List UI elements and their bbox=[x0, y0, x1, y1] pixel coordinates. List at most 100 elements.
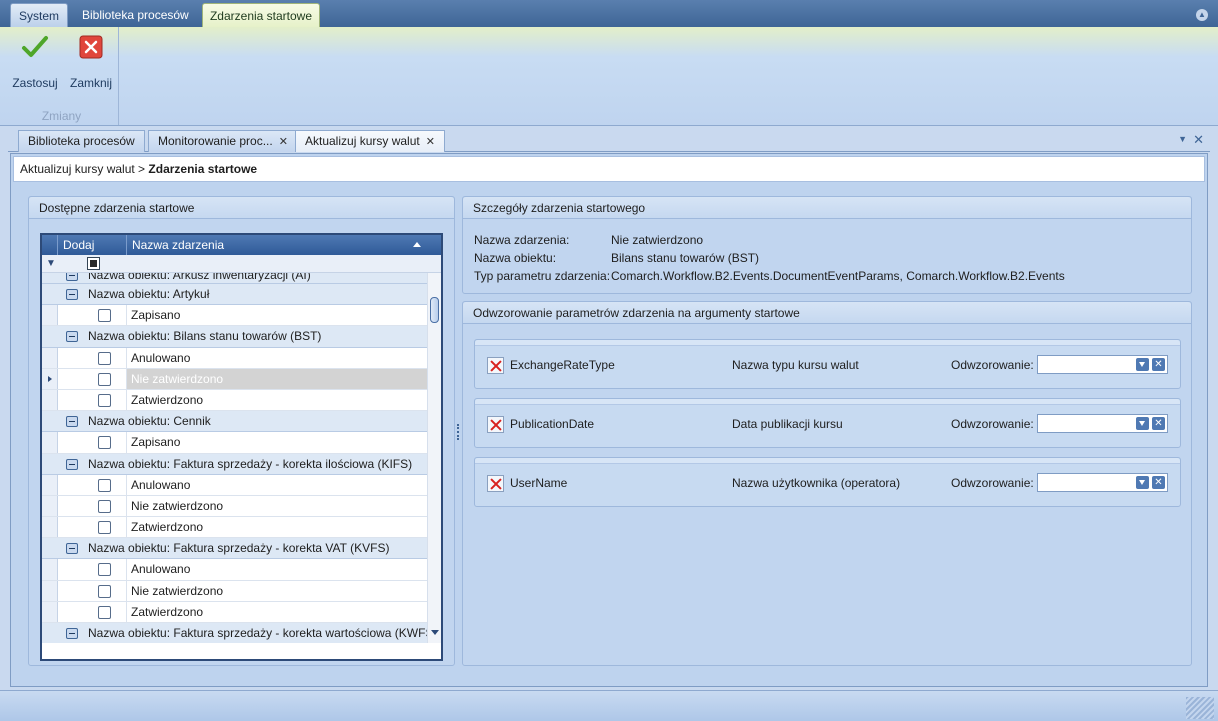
collapse-group-icon[interactable] bbox=[66, 628, 78, 639]
checkmark-icon bbox=[22, 36, 48, 57]
tab-list-dropdown-icon[interactable]: ▼ bbox=[1178, 134, 1187, 144]
group-row[interactable]: Nazwa obiektu: Faktura sprzedaży - korek… bbox=[42, 623, 427, 643]
add-event-checkbox[interactable] bbox=[98, 393, 111, 407]
main-content: Aktualizuj kursy walut > Zdarzenia start… bbox=[10, 153, 1208, 687]
add-event-checkbox[interactable] bbox=[98, 372, 111, 386]
mapping-row-exchange-rate-type: ExchangeRateType Nazwa typu kursu walut … bbox=[474, 339, 1181, 389]
collapse-group-icon[interactable] bbox=[66, 331, 78, 343]
add-event-checkbox[interactable] bbox=[98, 563, 111, 577]
clear-icon[interactable]: ✕ bbox=[1152, 476, 1165, 489]
event-row[interactable]: Zapisano bbox=[42, 432, 427, 454]
sort-ascending-icon bbox=[413, 242, 421, 247]
add-event-checkbox[interactable] bbox=[98, 309, 111, 323]
event-row[interactable]: Nie zatwierdzono bbox=[42, 368, 427, 390]
event-row[interactable]: Nie zatwierdzono bbox=[42, 580, 427, 602]
collapse-group-icon[interactable] bbox=[66, 416, 78, 428]
close-active-tab-icon[interactable]: ✕ bbox=[1193, 132, 1204, 148]
event-row[interactable]: Zatwierdzono bbox=[42, 517, 427, 539]
parameter-mapping-title: Odwzorowanie parametrów zdarzenia na arg… bbox=[463, 302, 1191, 324]
collapse-ribbon-icon[interactable]: ▲ bbox=[1196, 9, 1208, 21]
group-row[interactable]: Nazwa obiektu: Faktura sprzedaży - korek… bbox=[42, 453, 427, 475]
mapping-combo[interactable]: ✕ bbox=[1037, 414, 1168, 433]
add-event-checkbox[interactable] bbox=[98, 584, 111, 598]
remove-icon[interactable] bbox=[487, 416, 504, 433]
parameter-mapping-panel: Odwzorowanie parametrów zdarzenia na arg… bbox=[462, 301, 1192, 666]
event-row[interactable]: Anulowano bbox=[42, 474, 427, 496]
column-header-event-name[interactable]: Nazwa zdarzenia bbox=[127, 235, 427, 255]
event-row[interactable]: Anulowano bbox=[42, 347, 427, 369]
event-name: Zatwierdzono bbox=[131, 392, 204, 407]
event-row[interactable]: Anulowano bbox=[42, 559, 427, 581]
scrollbar-thumb[interactable] bbox=[430, 297, 439, 323]
cell-separator bbox=[126, 432, 127, 453]
document-tab-bar: Biblioteka procesów Monitorowanie proc..… bbox=[8, 130, 1210, 152]
mapping-combo[interactable]: ✕ bbox=[1037, 473, 1168, 492]
param-description: Data publikacji kursu bbox=[732, 417, 843, 431]
grid-header-selector bbox=[42, 235, 58, 255]
breadcrumb-parent[interactable]: Aktualizuj kursy walut bbox=[20, 162, 135, 176]
group-label: Nazwa obiektu: Faktura sprzedaży - korek… bbox=[88, 626, 427, 640]
ribbon: Zastosuj Zamknij Zmiany bbox=[0, 27, 1218, 126]
collapse-group-icon[interactable] bbox=[66, 543, 78, 555]
doc-tab-process-library[interactable]: Biblioteka procesów bbox=[18, 130, 145, 152]
ribbon-tab-process-library[interactable]: Biblioteka procesów bbox=[72, 3, 199, 27]
ribbon-tab-system[interactable]: System bbox=[10, 3, 68, 27]
event-row[interactable]: Zatwierdzono bbox=[42, 601, 427, 623]
scroll-down-icon[interactable] bbox=[431, 630, 439, 635]
apply-button[interactable]: Zastosuj bbox=[10, 33, 60, 93]
close-button[interactable]: Zamknij bbox=[66, 33, 116, 93]
dropdown-arrow-icon[interactable] bbox=[1136, 417, 1149, 430]
add-event-checkbox[interactable] bbox=[98, 478, 111, 492]
mapping-combo[interactable]: ✕ bbox=[1037, 355, 1168, 374]
event-row[interactable]: Zatwierdzono bbox=[42, 389, 427, 412]
event-row[interactable]: Nie zatwierdzono bbox=[42, 495, 427, 518]
clear-icon[interactable]: ✕ bbox=[1152, 358, 1165, 371]
grid-vertical-scrollbar[interactable] bbox=[427, 273, 441, 643]
filter-icon[interactable]: ▼ bbox=[46, 258, 56, 269]
group-label: Nazwa obiektu: Faktura sprzedaży - korek… bbox=[88, 541, 390, 556]
panel-splitter[interactable] bbox=[457, 424, 460, 440]
collapse-group-icon[interactable] bbox=[66, 458, 78, 470]
cell-separator bbox=[126, 601, 127, 622]
filter-add-checkbox[interactable] bbox=[87, 257, 100, 270]
tab-close-icon[interactable]: ✕ bbox=[426, 136, 435, 148]
add-event-checkbox[interactable] bbox=[98, 436, 111, 450]
add-event-checkbox[interactable] bbox=[98, 605, 111, 619]
ribbon-group-changes: Zastosuj Zamknij Zmiany bbox=[4, 27, 119, 125]
group-row[interactable]: Nazwa obiektu: Cennik bbox=[42, 411, 427, 433]
resize-grip-icon[interactable] bbox=[1186, 697, 1214, 719]
param-name: ExchangeRateType bbox=[510, 358, 615, 372]
grid-header: Dodaj Nazwa zdarzenia bbox=[42, 235, 441, 255]
group-row[interactable]: Nazwa obiektu: Faktura sprzedaży - korek… bbox=[42, 538, 427, 560]
remove-icon[interactable] bbox=[487, 357, 504, 374]
group-label: Nazwa obiektu: Faktura sprzedaży - korek… bbox=[88, 456, 413, 471]
event-row[interactable]: Zapisano bbox=[42, 305, 427, 327]
group-label: Nazwa obiektu: Bilans stanu towarów (BST… bbox=[88, 329, 322, 344]
tab-close-icon[interactable]: ✕ bbox=[279, 136, 288, 148]
group-row[interactable]: Nazwa obiektu: Arkusz inwentaryzacji (AI… bbox=[42, 273, 427, 284]
dropdown-arrow-icon[interactable] bbox=[1136, 358, 1149, 371]
event-name: Zapisano bbox=[131, 308, 181, 323]
event-name: Zatwierdzono bbox=[131, 604, 204, 619]
grid-rows: Nazwa obiektu: Arkusz inwentaryzacji (AI… bbox=[42, 273, 427, 643]
add-event-checkbox[interactable] bbox=[98, 499, 111, 513]
collapse-group-icon[interactable] bbox=[66, 289, 78, 300]
add-event-checkbox[interactable] bbox=[98, 351, 111, 365]
clear-icon[interactable]: ✕ bbox=[1152, 417, 1165, 430]
doc-tab-label: Aktualizuj kursy walut bbox=[305, 134, 420, 148]
remove-icon[interactable] bbox=[487, 475, 504, 492]
add-event-checkbox[interactable] bbox=[98, 521, 111, 535]
mapping-label: Odwzorowanie: bbox=[951, 417, 1034, 431]
cell-separator bbox=[126, 347, 127, 368]
doc-tab-label: Biblioteka procesów bbox=[28, 134, 135, 148]
ribbon-tab-start-events[interactable]: Zdarzenia startowe bbox=[202, 3, 320, 27]
dropdown-arrow-icon[interactable] bbox=[1136, 476, 1149, 489]
group-row[interactable]: Nazwa obiektu: Bilans stanu towarów (BST… bbox=[42, 326, 427, 348]
column-header-add[interactable]: Dodaj bbox=[58, 235, 127, 255]
group-row[interactable]: Nazwa obiektu: Artykuł bbox=[42, 284, 427, 306]
ribbon-tab-bar: System Biblioteka procesów Zdarzenia sta… bbox=[0, 0, 1218, 27]
collapse-group-icon[interactable] bbox=[66, 273, 78, 281]
event-details-title: Szczegóły zdarzenia startowego bbox=[463, 197, 1191, 219]
doc-tab-update-rates[interactable]: Aktualizuj kursy walut ✕ bbox=[295, 130, 445, 152]
doc-tab-process-monitoring[interactable]: Monitorowanie proc... ✕ bbox=[148, 130, 298, 152]
